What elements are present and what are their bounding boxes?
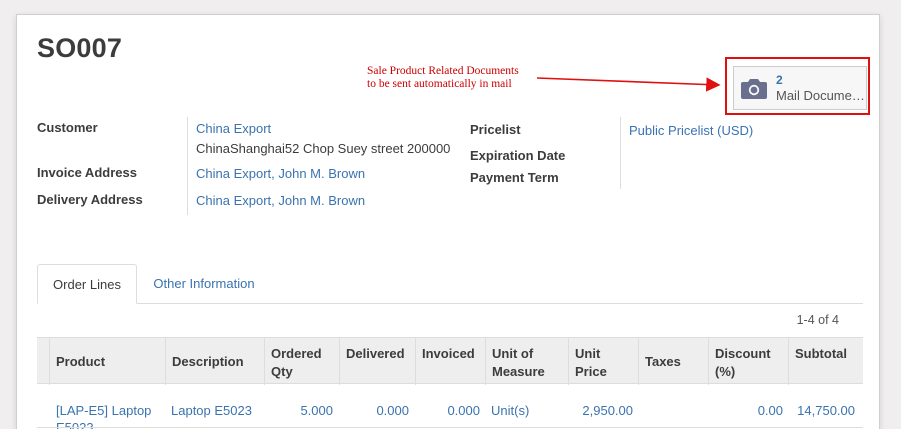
col-product[interactable]: Product (49, 338, 165, 385)
left-field-divider (187, 117, 188, 215)
customer-label: Customer (37, 120, 98, 135)
col-discount[interactable]: Discount (%) (708, 338, 788, 385)
row-discount[interactable]: 0.00 (708, 402, 783, 419)
customer-link[interactable]: China Export (196, 121, 271, 136)
mail-documents-button[interactable]: 2 Mail Documents (733, 66, 867, 110)
table-header: Product Description Ordered Qty Delivered… (37, 337, 863, 385)
row-delivered[interactable]: 0.000 (339, 402, 409, 419)
col-invoiced[interactable]: Invoiced (415, 338, 485, 385)
delivery-address-label: Delivery Address (37, 192, 143, 207)
col-unit-price[interactable]: Unit Price (568, 338, 638, 385)
col-subtotal[interactable]: Subtotal (788, 338, 863, 385)
row-unit-price[interactable]: 2,950.00 (568, 402, 633, 419)
pricelist-label: Pricelist (470, 122, 521, 137)
row-invoiced[interactable]: 0.000 (415, 402, 480, 419)
tab-other-information[interactable]: Other Information (149, 264, 259, 304)
expiration-date-label: Expiration Date (470, 148, 566, 163)
right-field-divider (620, 117, 621, 189)
payment-term-label: Payment Term (470, 170, 559, 185)
row-divider (37, 427, 863, 428)
row-subtotal[interactable]: 14,750.00 (788, 402, 855, 419)
row-unit-of-measure[interactable]: Unit(s) (491, 402, 529, 419)
col-delivered[interactable]: Delivered (339, 338, 415, 385)
camera-icon (741, 79, 767, 99)
notebook-tabs: Order Lines Other Information (37, 264, 863, 304)
form-sheet: SO007 Sale Product Related Documents to … (16, 14, 880, 429)
col-ordered-qty[interactable]: Ordered Qty (264, 338, 339, 385)
row-product[interactable]: [LAP-E5] Laptop E5023 (56, 402, 164, 429)
annotation-line-1: Sale Product Related Documents (367, 65, 519, 77)
col-taxes[interactable]: Taxes (638, 338, 708, 385)
col-description[interactable]: Description (165, 338, 264, 385)
row-description[interactable]: Laptop E5023 (171, 402, 252, 419)
delivery-address-link[interactable]: China Export, John M. Brown (196, 193, 365, 208)
annotation-line-2: to be sent automatically in mail (367, 78, 512, 90)
pager-value: 1-4 of 4 (796, 313, 839, 327)
mail-documents-label: Mail Documents (776, 88, 866, 103)
invoice-address-label: Invoice Address (37, 165, 137, 180)
tab-order-lines[interactable]: Order Lines (37, 264, 137, 304)
col-unit-of-measure[interactable]: Unit of Measure (485, 338, 568, 385)
customer-address: ChinaShanghai52 Chop Suey street 200000 (196, 141, 451, 156)
row-ordered-qty[interactable]: 5.000 (264, 402, 333, 419)
document-count: 2 (776, 73, 783, 87)
record-title: SO007 (37, 33, 123, 63)
annotation-note: Sale Product Related Documents to be sen… (367, 65, 519, 91)
invoice-address-link[interactable]: China Export, John M. Brown (196, 166, 365, 181)
pricelist-link[interactable]: Public Pricelist (USD) (629, 123, 753, 138)
